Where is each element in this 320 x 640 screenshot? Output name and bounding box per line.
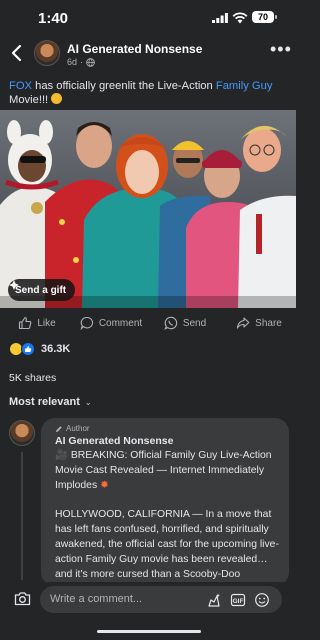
grimace-emoji-icon	[51, 93, 63, 104]
share-button[interactable]: Share	[222, 310, 296, 336]
caption-text-end: Movie!!!	[9, 94, 52, 106]
post-photo[interactable]: Send a gift	[0, 110, 296, 308]
back-arrow-icon[interactable]	[8, 42, 26, 64]
post-caption: FOX has officially greenlit the Live-Act…	[9, 79, 289, 107]
caption-link-fox[interactable]: FOX	[9, 80, 32, 92]
comment-bubble[interactable]: Author AI Generated Nonsense 🎥 BREAKING:…	[41, 418, 289, 586]
status-bar: 1:40 70	[0, 0, 296, 34]
author-badge: Author	[55, 424, 281, 433]
reaction-summary[interactable]: 36.3K	[9, 342, 70, 356]
sort-label: Most relevant	[9, 396, 80, 408]
comment-avatar[interactable]	[9, 420, 35, 446]
share-label: Share	[255, 317, 282, 329]
emoji-smile-icon[interactable]	[254, 592, 270, 608]
comment-input[interactable]: Write a comment... GIF	[40, 586, 282, 613]
comment-input-placeholder: Write a comment...	[50, 593, 143, 605]
caption-text: has officially greenlit the Live-Action	[32, 80, 216, 92]
battery-icon: 70	[252, 11, 277, 23]
home-indicator	[97, 630, 201, 633]
cellular-signal-icon	[212, 13, 228, 23]
send-gift-label: Send a gift	[15, 284, 67, 296]
comment-sort-dropdown[interactable]: Most relevant ⌄	[9, 396, 92, 408]
comment-paragraph-1: BREAKING: Official Family Guy Live-Actio…	[55, 450, 272, 491]
comment-button[interactable]: Comment	[74, 310, 148, 336]
pencil-icon	[56, 425, 62, 432]
clapper-emoji-icon: 🎥	[55, 450, 71, 461]
globe-icon	[86, 57, 95, 67]
post-age: 6d	[67, 57, 78, 67]
page-avatar[interactable]	[34, 40, 60, 66]
send-label: Send	[182, 317, 207, 329]
like-reaction-icon	[21, 342, 35, 356]
like-button[interactable]: Like	[0, 310, 74, 336]
share-count[interactable]: 5K shares	[9, 372, 56, 384]
comment-text: 🎥 BREAKING: Official Family Guy Live-Act…	[55, 448, 281, 586]
caption-link-family-guy[interactable]: Family Guy	[216, 80, 273, 92]
post-header: AI Generated Nonsense 6d · •••	[0, 34, 296, 74]
explosion-emoji-icon: ✹	[100, 480, 109, 491]
thread-line	[21, 452, 23, 580]
send-button[interactable]: Send	[148, 310, 222, 336]
avatar-sticker-icon[interactable]	[206, 592, 222, 608]
like-label: Like	[37, 317, 56, 329]
page-name[interactable]: AI Generated Nonsense	[67, 42, 202, 56]
share-arrow-icon	[237, 317, 250, 329]
comment-composer: Write a comment... GIF	[0, 582, 296, 616]
gif-icon[interactable]: GIF	[230, 592, 246, 608]
comment-bubble-icon	[80, 316, 93, 330]
more-options-icon[interactable]: •••	[270, 40, 292, 58]
reaction-count: 36.3K	[41, 343, 71, 355]
comment-paragraph-2: HOLLYWOOD, CALIFORNIA — In a move that h…	[55, 509, 279, 586]
post-meta: 6d ·	[67, 57, 95, 67]
chevron-down-icon: ⌄	[84, 397, 92, 407]
status-time: 1:40	[38, 10, 69, 27]
thumbs-up-icon	[19, 316, 32, 330]
send-gift-button[interactable]: Send a gift	[8, 279, 76, 301]
author-badge-label: Author	[66, 424, 90, 433]
post-actions: Like Comment Send Share	[0, 310, 296, 336]
comment-label: Comment	[98, 317, 143, 329]
wifi-icon	[232, 12, 248, 24]
person-white-shirt	[238, 195, 296, 308]
svg-text:GIF: GIF	[233, 598, 244, 605]
whatsapp-icon	[164, 316, 177, 330]
gift-icon	[9, 280, 19, 290]
comment-author-name[interactable]: AI Generated Nonsense	[55, 435, 281, 447]
camera-icon[interactable]	[14, 591, 31, 606]
